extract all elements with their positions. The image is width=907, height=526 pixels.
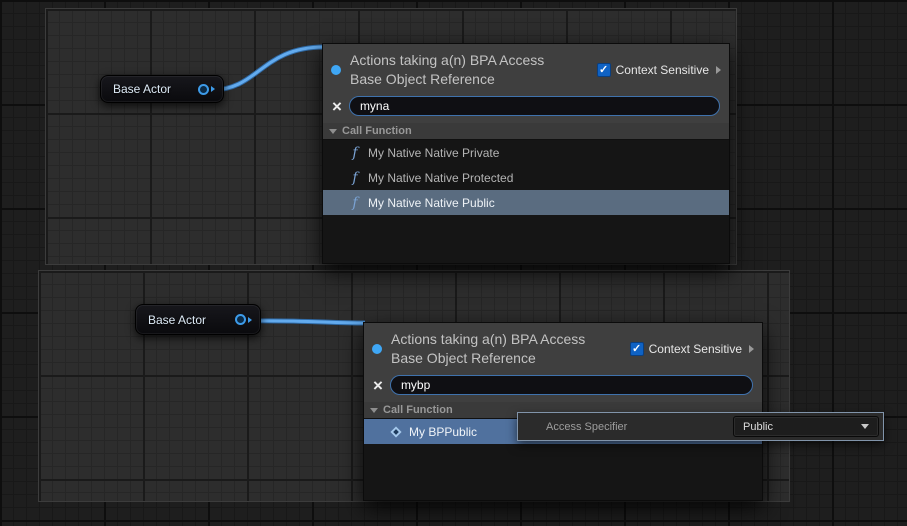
pin-circle-icon	[235, 314, 246, 325]
expand-arrow-icon[interactable]	[749, 345, 754, 353]
menu-item-my-native-native-public[interactable]: My Native Native Public	[323, 190, 729, 215]
menu-item-label: My BPPublic	[409, 425, 477, 439]
menu-item-my-native-native-protected[interactable]: My Native Native Protected	[323, 165, 729, 190]
search-row	[364, 373, 762, 402]
menu-item-my-native-native-private[interactable]: My Native Native Private	[323, 140, 729, 165]
context-menu-header: Actions taking a(n) BPA Access Base Obje…	[364, 323, 762, 373]
category-label: Call Function	[342, 125, 412, 137]
object-output-pin[interactable]	[235, 314, 252, 325]
checkbox-checked-icon[interactable]	[630, 342, 644, 356]
node-base-actor-top[interactable]: Base Actor	[100, 75, 224, 103]
chevron-down-icon	[861, 424, 869, 429]
function-icon	[349, 146, 361, 160]
action-search-input[interactable]	[390, 375, 753, 395]
context-menu-title: Actions taking a(n) BPA Access Base Obje…	[350, 51, 578, 89]
clear-search-icon[interactable]	[332, 98, 342, 115]
function-icon	[349, 196, 361, 210]
node-label: Base Actor	[113, 82, 171, 96]
pin-arrow-icon	[211, 86, 215, 92]
action-search-input[interactable]	[349, 96, 720, 116]
category-label: Call Function	[383, 404, 453, 416]
context-sensitive-toggle[interactable]: Context Sensitive	[630, 342, 754, 356]
object-pin-type-icon	[372, 344, 382, 354]
access-specifier-label: Access Specifier	[518, 421, 733, 433]
context-menu-top: Actions taking a(n) BPA Access Base Obje…	[322, 43, 730, 264]
access-specifier-panel: Access Specifier Public	[517, 412, 884, 441]
context-menu-title: Actions taking a(n) BPA Access Base Obje…	[391, 330, 619, 368]
pin-arrow-icon	[248, 317, 252, 323]
menu-item-label: My Native Native Public	[368, 196, 495, 210]
object-output-pin[interactable]	[198, 84, 215, 95]
action-list: My Native Native Private My Native Nativ…	[323, 140, 729, 263]
search-row	[323, 94, 729, 123]
collapse-triangle-icon	[370, 408, 378, 413]
collapse-triangle-icon	[329, 129, 337, 134]
dropdown-value: Public	[743, 421, 773, 433]
node-base-actor-bottom[interactable]: Base Actor	[135, 304, 261, 335]
blueprint-function-icon	[390, 426, 401, 437]
checkbox-checked-icon[interactable]	[597, 63, 611, 77]
node-label: Base Actor	[148, 313, 206, 327]
category-call-function[interactable]: Call Function	[323, 123, 729, 140]
context-sensitive-toggle[interactable]: Context Sensitive	[597, 63, 721, 77]
object-pin-type-icon	[331, 65, 341, 75]
clear-search-icon[interactable]	[373, 377, 383, 394]
context-menu-header: Actions taking a(n) BPA Access Base Obje…	[323, 44, 729, 94]
context-sensitive-label: Context Sensitive	[616, 63, 709, 77]
function-icon	[349, 171, 361, 185]
pin-circle-icon	[198, 84, 209, 95]
menu-item-label: My Native Native Protected	[368, 171, 513, 185]
access-specifier-dropdown[interactable]: Public	[733, 416, 879, 437]
context-sensitive-label: Context Sensitive	[649, 342, 742, 356]
menu-item-label: My Native Native Private	[368, 146, 499, 160]
expand-arrow-icon[interactable]	[716, 66, 721, 74]
